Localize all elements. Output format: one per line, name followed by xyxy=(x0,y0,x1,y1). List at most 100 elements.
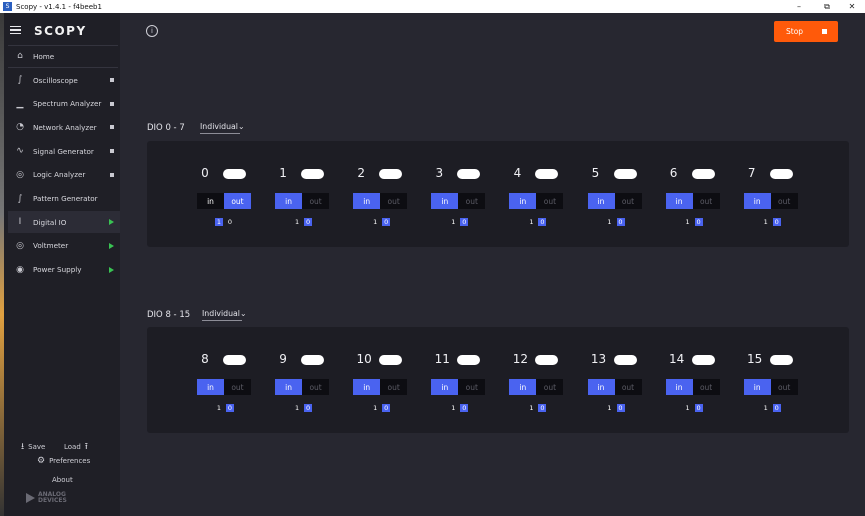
direction-in-button[interactable]: in xyxy=(509,193,537,209)
direction-out-button[interactable]: out xyxy=(770,193,798,209)
level-switch[interactable]: 10 xyxy=(371,217,393,226)
level-switch[interactable]: 10 xyxy=(215,403,237,412)
level-low[interactable]: 0 xyxy=(772,403,781,412)
level-low[interactable]: 0 xyxy=(616,403,625,412)
channel-enable-toggle[interactable] xyxy=(457,355,481,365)
direction-out-button[interactable]: out xyxy=(458,193,486,209)
direction-out-button[interactable]: out xyxy=(380,379,408,395)
level-low[interactable]: 0 xyxy=(382,217,391,226)
channel-enable-toggle[interactable] xyxy=(691,169,715,179)
direction-in-button[interactable]: in xyxy=(353,379,381,395)
level-high[interactable]: 1 xyxy=(293,404,301,412)
direction-out-button[interactable]: out xyxy=(224,379,251,395)
level-switch[interactable]: 10 xyxy=(449,403,471,412)
channel-enable-toggle[interactable] xyxy=(769,169,793,179)
level-high[interactable]: 1 xyxy=(762,218,770,226)
channel-enable-toggle[interactable] xyxy=(457,169,481,179)
level-low[interactable]: 0 xyxy=(460,403,469,412)
sidebar-item-digital-io[interactable]: I Digital IO xyxy=(8,211,120,234)
direction-in-button[interactable]: in xyxy=(197,379,224,395)
channel-enable-toggle[interactable] xyxy=(613,169,637,179)
level-low[interactable]: 0 xyxy=(694,403,703,412)
direction-in-button[interactable]: in xyxy=(587,193,615,209)
level-switch[interactable]: 10 xyxy=(293,403,315,412)
channel-enable-toggle[interactable] xyxy=(301,355,325,365)
sidebar-item-logic-analyzer[interactable]: ◎ Logic Analyzer xyxy=(8,164,120,186)
sidebar-item-pattern-generator[interactable]: ∫ Pattern Generator xyxy=(8,188,120,210)
direction-in-button[interactable]: in xyxy=(743,379,771,395)
level-low[interactable]: 0 xyxy=(460,217,469,226)
direction-in-button[interactable]: in xyxy=(743,193,771,209)
direction-out-button[interactable]: out xyxy=(224,193,251,209)
direction-out-button[interactable]: out xyxy=(614,379,642,395)
level-high[interactable]: 1 xyxy=(684,218,692,226)
direction-in-button[interactable]: in xyxy=(665,193,693,209)
level-switch[interactable]: 10 xyxy=(527,217,549,226)
level-low[interactable]: 0 xyxy=(694,217,703,226)
group-mode-select[interactable]: Individual ⌄ xyxy=(200,122,245,134)
restore-icon[interactable]: ⧉ xyxy=(814,0,840,13)
direction-in-button[interactable]: in xyxy=(587,379,615,395)
level-switch[interactable]: 10 xyxy=(527,403,549,412)
load-button[interactable]: Load ⭱ xyxy=(64,439,88,455)
preferences-button[interactable]: ⚙ Preferences xyxy=(37,456,90,466)
sidebar-item-voltmeter[interactable]: ◎ Voltmeter xyxy=(8,235,120,257)
level-high[interactable]: 1 xyxy=(215,217,223,226)
stop-button[interactable]: Stop xyxy=(774,21,838,42)
level-switch[interactable]: 10 xyxy=(371,403,393,412)
channel-enable-toggle[interactable] xyxy=(613,355,637,365)
channel-enable-toggle[interactable] xyxy=(691,355,715,365)
save-button[interactable]: ⭳ Save xyxy=(21,439,45,455)
direction-out-button[interactable]: out xyxy=(536,193,564,209)
info-icon[interactable]: i xyxy=(146,25,158,37)
direction-out-button[interactable]: out xyxy=(302,379,330,395)
level-low[interactable]: 0 xyxy=(616,217,625,226)
minimize-icon[interactable]: – xyxy=(786,0,812,13)
level-switch[interactable]: 10 xyxy=(684,403,706,412)
level-high[interactable]: 1 xyxy=(371,404,379,412)
sidebar-item-network-analyzer[interactable]: ◔ Network Analyzer xyxy=(8,116,120,138)
direction-in-button[interactable]: in xyxy=(275,193,303,209)
level-low[interactable]: 0 xyxy=(772,217,781,226)
level-switch[interactable]: 10 xyxy=(762,403,784,412)
level-high[interactable]: 1 xyxy=(527,218,535,226)
level-switch[interactable]: 10 xyxy=(293,217,315,226)
direction-in-button[interactable]: in xyxy=(431,193,459,209)
direction-in-button[interactable]: in xyxy=(665,379,693,395)
direction-out-button[interactable]: out xyxy=(380,193,408,209)
direction-in-button[interactable]: in xyxy=(509,379,537,395)
level-high[interactable]: 1 xyxy=(293,218,301,226)
direction-in-button[interactable]: in xyxy=(353,193,381,209)
level-switch[interactable]: 10 xyxy=(215,217,237,226)
channel-enable-toggle[interactable] xyxy=(769,355,793,365)
channel-enable-toggle[interactable] xyxy=(379,355,403,365)
direction-out-button[interactable]: out xyxy=(458,379,486,395)
direction-out-button[interactable]: out xyxy=(692,193,720,209)
direction-out-button[interactable]: out xyxy=(536,379,564,395)
about-button[interactable]: About xyxy=(52,476,73,484)
close-icon[interactable]: ✕ xyxy=(839,0,865,13)
level-switch[interactable]: 10 xyxy=(684,217,706,226)
direction-in-button[interactable]: in xyxy=(275,379,303,395)
channel-enable-toggle[interactable] xyxy=(535,169,559,179)
level-high[interactable]: 1 xyxy=(371,218,379,226)
level-switch[interactable]: 10 xyxy=(606,403,628,412)
direction-out-button[interactable]: out xyxy=(770,379,798,395)
hamburger-menu-icon[interactable] xyxy=(10,26,21,34)
level-switch[interactable]: 10 xyxy=(762,217,784,226)
channel-enable-toggle[interactable] xyxy=(301,169,325,179)
sidebar-item-oscilloscope[interactable]: ∫ Oscilloscope xyxy=(8,69,120,91)
direction-out-button[interactable]: out xyxy=(614,193,642,209)
channel-enable-toggle[interactable] xyxy=(535,355,559,365)
sidebar-item-spectrum-analyzer[interactable]: ▁ Spectrum Analyzer xyxy=(8,93,120,115)
level-high[interactable]: 1 xyxy=(762,404,770,412)
level-high[interactable]: 1 xyxy=(215,404,223,412)
channel-enable-toggle[interactable] xyxy=(223,169,246,179)
direction-out-button[interactable]: out xyxy=(302,193,330,209)
level-low[interactable]: 0 xyxy=(226,403,234,412)
direction-out-button[interactable]: out xyxy=(692,379,720,395)
level-switch[interactable]: 10 xyxy=(449,217,471,226)
group-mode-select[interactable]: Individual ⌄ xyxy=(202,309,247,321)
level-high[interactable]: 1 xyxy=(527,404,535,412)
level-low[interactable]: 0 xyxy=(538,217,547,226)
